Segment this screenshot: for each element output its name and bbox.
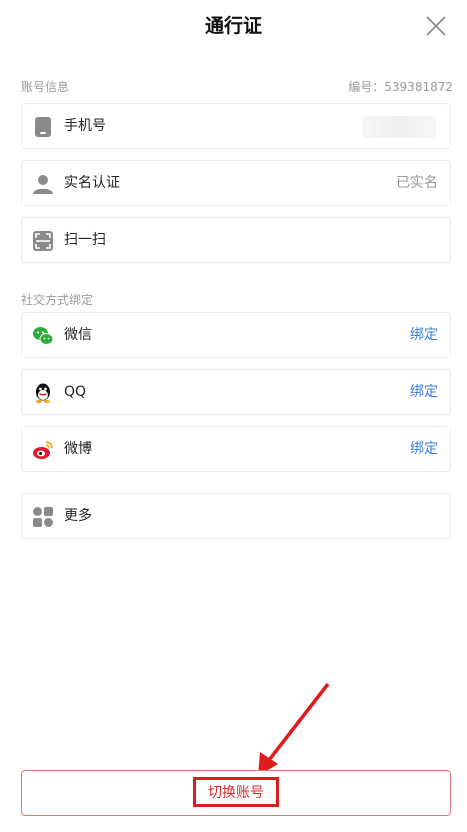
scan-label: 扫一扫: [64, 232, 106, 248]
social-section-label: 社交方式绑定: [21, 293, 94, 307]
realname-row[interactable]: 实名认证 已实名: [21, 160, 451, 206]
qq-icon: [36, 383, 50, 404]
weibo-bind-link[interactable]: 绑定: [410, 427, 438, 471]
grid-icon: [33, 507, 53, 527]
close-icon[interactable]: [424, 14, 448, 38]
weibo-label: 微博: [64, 441, 92, 457]
annotation-arrow-icon: [258, 682, 330, 776]
more-label: 更多: [64, 508, 92, 524]
account-section-label: 账号信息: [21, 80, 70, 94]
switch-account-label: 切换账号: [193, 777, 279, 807]
qq-label: QQ: [64, 384, 87, 400]
phone-value-masked: [362, 116, 436, 138]
scan-row[interactable]: 扫一扫: [21, 217, 451, 263]
phone-label: 手机号: [64, 118, 106, 134]
page-title: 通行证: [204, 15, 262, 37]
wechat-row[interactable]: 微信 绑定: [21, 312, 451, 358]
more-row[interactable]: 更多: [21, 493, 451, 539]
qq-bind-link[interactable]: 绑定: [410, 370, 438, 414]
realname-label: 实名认证: [64, 175, 120, 191]
wechat-icon: [33, 327, 54, 345]
wechat-label: 微信: [64, 327, 92, 343]
phone-icon: [35, 117, 51, 137]
weibo-row[interactable]: 微博 绑定: [21, 426, 451, 472]
scan-icon: [33, 231, 53, 251]
realname-status: 已实名: [396, 175, 438, 191]
user-icon: [33, 175, 53, 194]
switch-account-button[interactable]: 切换账号: [21, 770, 451, 816]
weibo-icon: [33, 441, 53, 459]
qq-row[interactable]: QQ 绑定: [21, 369, 451, 415]
account-id: 编号：539381872: [348, 80, 453, 94]
phone-row[interactable]: 手机号: [21, 103, 451, 149]
wechat-bind-link[interactable]: 绑定: [410, 313, 438, 357]
